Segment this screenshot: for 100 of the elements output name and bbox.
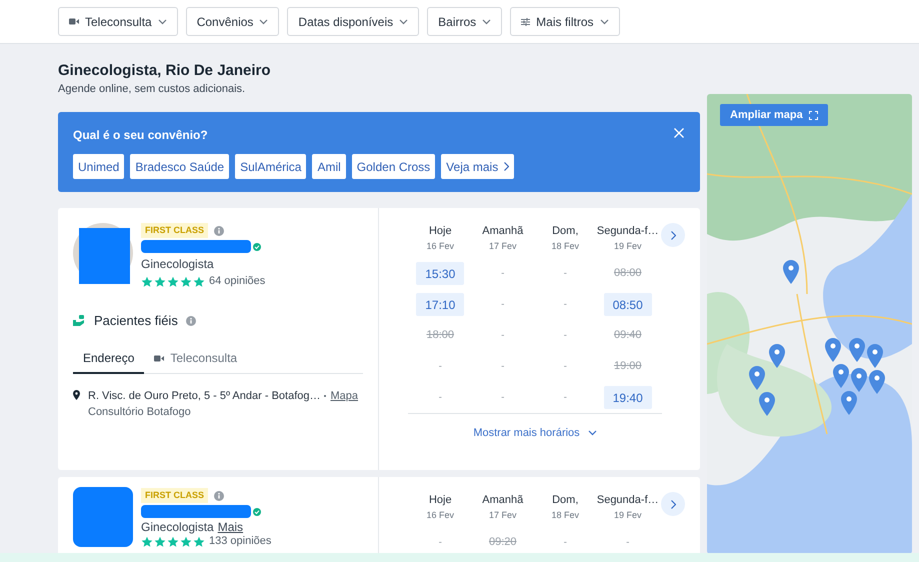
no-slot-dash: - — [562, 329, 568, 343]
video-camera-icon — [154, 354, 164, 362]
video-camera-icon — [69, 18, 79, 25]
location-pin-icon — [73, 390, 80, 400]
page-subtitle: Agende online, sem custos adicionais. — [58, 82, 246, 97]
star-icon — [154, 536, 166, 548]
filter-button[interactable]: Convênios — [186, 7, 280, 36]
fullscreen-icon — [808, 110, 818, 120]
map-pin-icon[interactable] — [833, 364, 849, 388]
star-icon — [141, 536, 153, 548]
day-date: 17 Fev — [488, 509, 516, 521]
map-pin-icon[interactable] — [851, 368, 867, 392]
expand-map-button[interactable]: Ampliar mapa — [720, 104, 828, 126]
address-tab[interactable]: Endereço — [73, 344, 144, 374]
star-icon — [154, 276, 166, 288]
time-slot[interactable]: 08:50 — [604, 293, 652, 316]
map-pin-icon[interactable] — [869, 370, 885, 394]
map-pin-icon[interactable] — [841, 391, 857, 415]
no-slot-dash: - — [500, 298, 506, 312]
no-slot-dash: - — [562, 298, 568, 312]
insurance-option[interactable]: Bradesco Saúde — [130, 154, 230, 179]
star-icon — [193, 536, 205, 548]
filter-button[interactable]: Bairros — [427, 7, 502, 36]
time-slot[interactable]: 19:40 — [604, 386, 652, 409]
info-icon[interactable] — [214, 490, 224, 500]
banner-question: Qual é o seu convênio? — [73, 127, 208, 143]
loyal-patients-label: Pacientes fiéis — [94, 312, 178, 330]
star-icon — [141, 276, 153, 288]
day-date: 16 Fev — [426, 509, 454, 521]
reviews-link[interactable]: 64 opiniões — [209, 275, 266, 288]
address-tab[interactable]: Teleconsulta — [144, 344, 248, 374]
day-label: Hoje — [428, 224, 452, 239]
day-date: 19 Fev — [614, 240, 642, 252]
no-slot-dash: - — [438, 360, 443, 374]
more-link[interactable]: Mais — [218, 519, 244, 535]
chevron-down-icon — [588, 430, 597, 436]
no-slot-dash: - — [562, 267, 568, 281]
no-slot-dash: - — [500, 329, 506, 343]
time-slot[interactable]: 17:10 — [416, 293, 464, 316]
no-slot-dash: - — [625, 536, 630, 550]
close-icon[interactable] — [674, 128, 684, 138]
unavailable-time: 09:20 — [488, 535, 518, 550]
insurance-option[interactable]: Golden Cross — [352, 154, 436, 179]
star-icon — [193, 276, 205, 288]
filter-button[interactable]: Mais filtros — [510, 7, 620, 36]
no-slot-dash: - — [562, 391, 568, 405]
day-label: Hoje — [428, 493, 452, 508]
info-icon[interactable] — [214, 226, 224, 236]
first-class-badge: FIRST CLASS — [141, 223, 208, 238]
no-slot-dash: - — [500, 267, 506, 281]
chevron-down-icon — [259, 18, 268, 24]
map-pin-icon[interactable] — [749, 366, 765, 390]
day-date: 19 Fev — [614, 509, 642, 521]
map-pin-icon[interactable] — [783, 260, 799, 284]
specialty-text: Ginecologista — [141, 256, 214, 272]
see-more-button[interactable]: Veja mais — [441, 154, 514, 179]
day-date: 18 Fev — [551, 509, 579, 521]
map-pin-icon[interactable] — [849, 338, 865, 362]
chevron-down-icon — [482, 18, 492, 24]
insurance-option[interactable]: SulAmérica — [235, 154, 306, 179]
day-label: Segunda-f… — [596, 224, 659, 239]
info-icon[interactable] — [186, 316, 196, 326]
star-icon — [167, 276, 179, 288]
chevron-right-icon — [504, 162, 510, 171]
no-slot-dash: - — [562, 360, 568, 374]
unavailable-time: 19:00 — [612, 359, 643, 374]
star-icon — [180, 276, 192, 288]
no-slot-dash: - — [500, 391, 506, 405]
chevron-down-icon — [399, 18, 408, 24]
day-date: 17 Fev — [488, 240, 516, 252]
verified-check-icon — [253, 508, 261, 516]
address-text: R. Visc. de Ouro Preto, 5 - 5º Andar - Botafog… — [88, 388, 320, 404]
clinic-name: Consultório Botafogo — [88, 404, 191, 420]
day-label: Dom, — [552, 493, 578, 508]
verified-check-icon — [253, 242, 261, 250]
next-days-button[interactable] — [661, 492, 685, 516]
redaction-block — [79, 228, 130, 284]
day-label: Amanhã — [482, 224, 524, 239]
map-link[interactable]: Mapa — [330, 388, 358, 404]
map-pin-icon[interactable] — [759, 392, 775, 416]
no-slot-dash: - — [438, 536, 443, 550]
chevron-down-icon — [158, 18, 167, 24]
insurance-option[interactable]: Amil — [312, 154, 346, 179]
next-days-button[interactable] — [661, 223, 685, 247]
filter-button[interactable]: Teleconsulta — [58, 7, 178, 36]
hand-heart-icon — [73, 315, 86, 326]
insurance-option[interactable]: Unimed — [73, 154, 124, 179]
map-pin-icon[interactable] — [825, 338, 841, 362]
unavailable-time: 18:00 — [425, 328, 456, 343]
filter-button[interactable]: Datas disponíveis — [287, 7, 420, 36]
show-more-times-button[interactable]: Mostrar mais horários — [473, 425, 597, 442]
time-slot[interactable]: 15:30 — [416, 262, 464, 285]
map-pin-icon[interactable] — [867, 344, 883, 368]
unavailable-time: 09:40 — [612, 328, 643, 343]
map[interactable]: Ampliar mapa — [707, 94, 912, 554]
day-label: Dom, — [552, 224, 578, 239]
day-date: 18 Fev — [551, 240, 579, 252]
chevron-down-icon — [600, 18, 608, 24]
map-pin-icon[interactable] — [769, 344, 785, 368]
reviews-link[interactable]: 133 opiniões — [209, 535, 272, 548]
